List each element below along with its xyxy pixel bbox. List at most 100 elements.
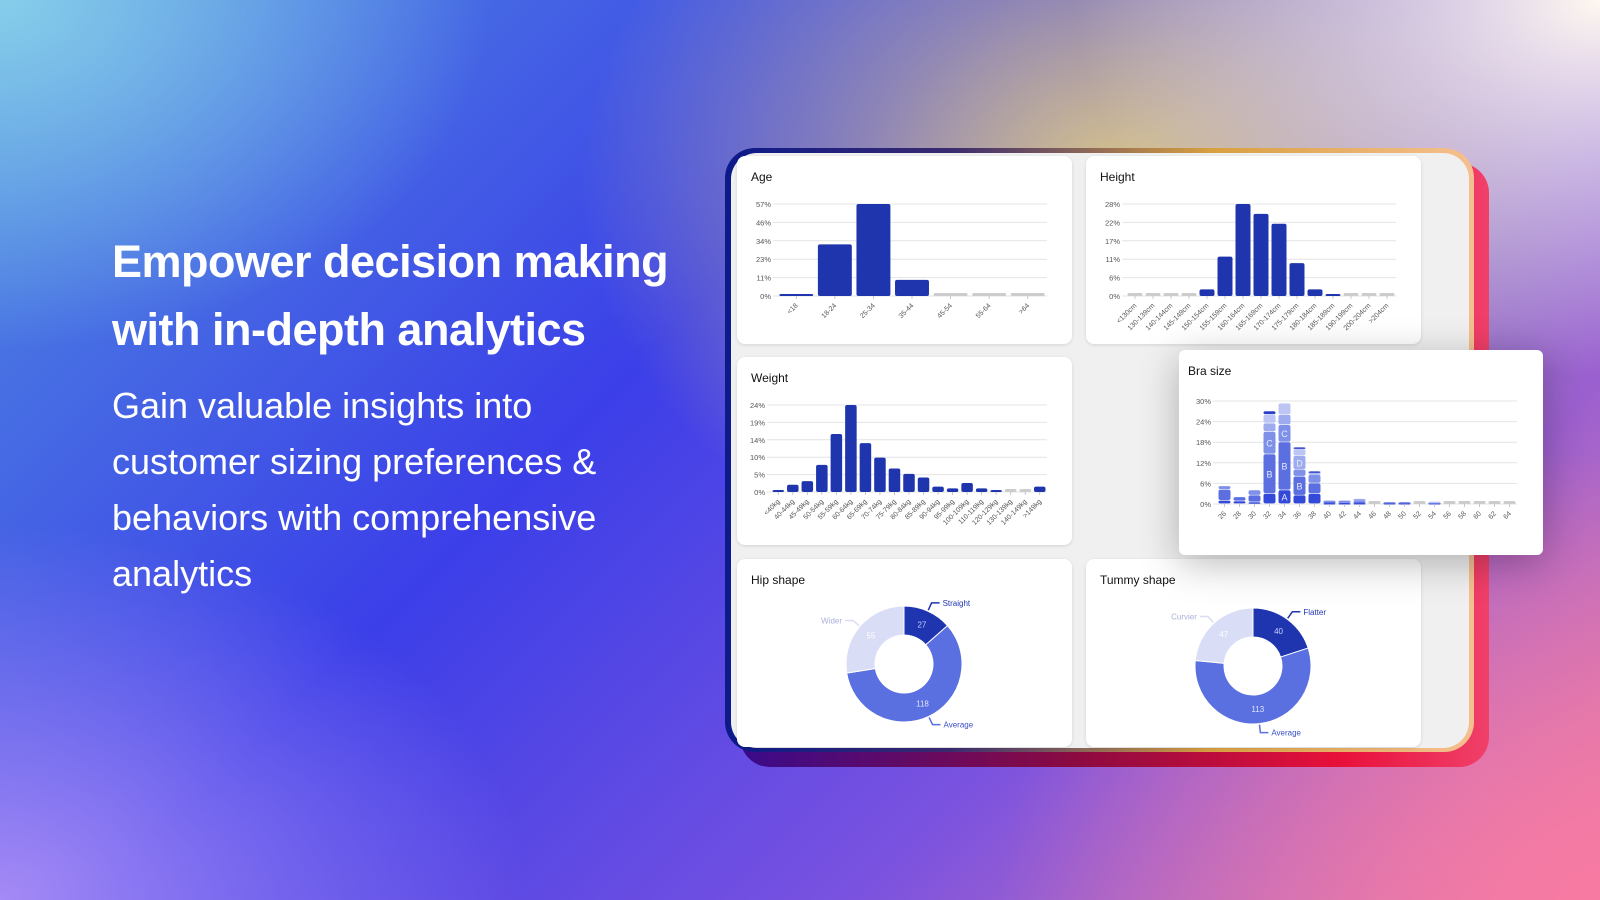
bar	[1253, 213, 1269, 296]
slice-label: Flatter	[1303, 608, 1326, 617]
bar-segment	[1233, 497, 1246, 501]
bar	[859, 443, 872, 492]
slice-value: 47	[1219, 630, 1228, 639]
bar-segment	[1218, 486, 1231, 489]
bar	[772, 490, 785, 492]
age-chart-card: Age 0% 11% 23% 34% 46% 57% <18 18-24 25-34 35-44 4…	[737, 156, 1072, 344]
y-tick-label: 10%	[750, 453, 765, 462]
bar-segment	[1353, 500, 1366, 502]
bar-empty	[1181, 293, 1197, 296]
x-tick-label: 40	[1322, 510, 1333, 521]
x-tick-label: 30	[1247, 510, 1258, 521]
bar-segment	[1248, 490, 1261, 495]
y-tick-label: 5%	[754, 471, 765, 480]
bar-empty	[1145, 293, 1161, 296]
slice-value: 27	[917, 620, 926, 629]
bar-empty	[1488, 501, 1501, 504]
bra-size-chart-card[interactable]: Bra size 0% 6% 12% 18% 24% 30% 26 28 30 B C 32 A B C 34…	[1179, 350, 1543, 555]
bar-empty	[972, 293, 1007, 296]
x-tick-label: 46	[1367, 510, 1378, 521]
segment-label: B	[1266, 469, 1272, 479]
bar	[1217, 256, 1233, 296]
bar-segment	[1308, 483, 1321, 494]
bar	[787, 484, 799, 492]
bar-segment	[1248, 495, 1261, 502]
bar-segment	[1338, 500, 1351, 503]
leader-line	[1199, 615, 1214, 623]
bar-empty	[933, 293, 968, 296]
x-tick-label: 54	[1427, 510, 1438, 521]
bra-size-chart: 0%6%12%18%24%30%26 28 30BC32ABC34BD36 38 40 4…	[1196, 397, 1517, 521]
x-tick-label: 38	[1307, 510, 1318, 521]
x-tick-label: 18-24	[821, 302, 839, 320]
segment-label: B	[1281, 462, 1287, 472]
slice-value: 113	[1251, 705, 1264, 714]
weight-chart-card: Weight 0% 5% 10% 14% 19% 24% <40kg 40-44kg 45-49…	[737, 357, 1072, 545]
bar-segment	[1383, 502, 1396, 504]
bar	[1033, 486, 1046, 492]
bar	[1199, 289, 1215, 296]
x-tick-label: 55-64	[975, 302, 993, 320]
y-tick-label: 30%	[1196, 397, 1211, 406]
slice-label: Straight	[943, 599, 971, 608]
bar-empty	[1379, 293, 1395, 296]
slice-value: 55	[866, 632, 875, 641]
segment-label: C	[1266, 439, 1273, 449]
x-tick-label: 58	[1457, 510, 1468, 521]
x-tick-label: 62	[1487, 510, 1498, 521]
leader-line	[845, 619, 860, 627]
y-tick-label: 28%	[1105, 200, 1120, 209]
bar	[817, 244, 852, 296]
bar-segment	[1263, 414, 1276, 423]
bar	[888, 468, 901, 492]
y-tick-label: 34%	[756, 237, 771, 246]
bar-empty	[1413, 501, 1426, 504]
bar	[932, 486, 944, 492]
y-tick-label: 11%	[1106, 255, 1121, 264]
weight-chart: 0%5%10%14%19%24%<40kg40-44kg45-49kg50-54…	[750, 401, 1047, 527]
bar-segment	[1278, 403, 1291, 415]
bar-segment	[1308, 493, 1321, 504]
bar-segment	[1308, 474, 1321, 483]
y-tick-label: 0%	[754, 488, 765, 497]
leader-line	[1287, 611, 1301, 619]
y-tick-label: 46%	[756, 218, 771, 227]
bar-segment	[1293, 495, 1306, 504]
x-tick-label: 52	[1412, 510, 1423, 521]
x-tick-label: >64	[1018, 302, 1031, 315]
y-tick-label: 0%	[1109, 292, 1120, 301]
age-chart: 0% 11% 23% 34% 46% 57% <18 18-24 25-34 35-44 45-54…	[756, 200, 1047, 320]
x-tick-label: >204cm	[1368, 302, 1391, 325]
bar	[990, 490, 1002, 492]
leader-line	[1258, 724, 1269, 734]
tummy-shape-chart-card: Tummy shape 40 Flatter 113 Average 47 Curvier	[1086, 559, 1421, 747]
bar	[1289, 263, 1305, 296]
y-tick-label: 24%	[1196, 418, 1211, 427]
slice-label: Average	[944, 721, 974, 730]
bar	[1271, 223, 1287, 296]
bar	[975, 488, 988, 492]
height-chart: 0%6%11%17%22%28%<130cm130-139cm140-144cm…	[1105, 200, 1396, 332]
y-tick-label: 23%	[756, 255, 771, 264]
bar-segment	[1218, 489, 1231, 500]
bar-segment	[1218, 500, 1231, 504]
x-tick-label: <18	[786, 302, 799, 315]
segment-label: D	[1296, 458, 1303, 468]
x-tick-label: 28	[1232, 510, 1243, 521]
bar	[961, 482, 973, 492]
bar	[801, 481, 814, 492]
x-tick-label: 44	[1352, 510, 1363, 521]
bar-segment	[1263, 493, 1276, 504]
x-tick-label: 32	[1262, 510, 1273, 521]
x-tick-label: 35-44	[898, 302, 916, 320]
bar	[903, 473, 915, 492]
y-tick-label: 0%	[760, 292, 771, 301]
bar	[816, 464, 828, 492]
slice-value: 118	[916, 699, 929, 708]
bar-segment	[1263, 423, 1276, 432]
x-tick-label: 64	[1502, 510, 1513, 521]
bar	[1235, 204, 1251, 296]
y-tick-label: 19%	[750, 418, 765, 427]
bar-segment	[1233, 501, 1246, 504]
bar-empty	[1503, 501, 1516, 504]
